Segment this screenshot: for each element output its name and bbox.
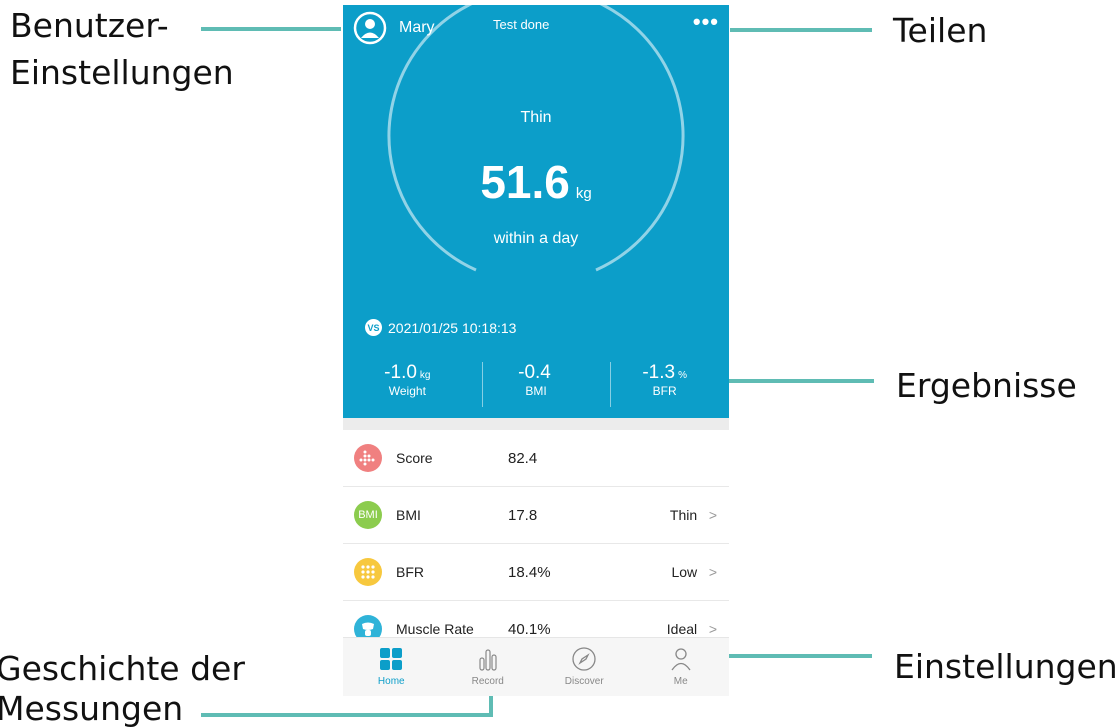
tab-label: Discover (564, 676, 604, 687)
weight-value: 51.6 (480, 156, 570, 208)
home-icon (380, 648, 403, 670)
chevron-right-icon: > (708, 564, 717, 580)
section-divider (343, 418, 729, 430)
comparison-datetime: 2021/01/25 10:18:13 (388, 319, 517, 336)
tab-discover[interactable]: Discover (536, 638, 633, 696)
diff-unit: % (678, 370, 687, 381)
diff-value: -1.0 (384, 362, 417, 383)
diff-value: -1.3 (642, 362, 676, 383)
metric-level: Thin > (670, 507, 717, 523)
bottom-tab-bar: Home Record Discover Me (343, 637, 729, 696)
metric-value: 82.4 (508, 449, 538, 467)
tab-label: Me (673, 676, 688, 687)
more-dots-icon[interactable]: ••• (693, 9, 719, 35)
bmi-icon: BMI (354, 501, 382, 529)
annotation-history-line2: Messungen (0, 689, 184, 728)
vs-icon: VS (365, 319, 382, 336)
chevron-right-icon: > (708, 621, 717, 637)
weight-readout: 51.6 kg (343, 155, 729, 209)
metric-name: BFR (396, 564, 424, 580)
annotation-line-history-vertical (489, 693, 493, 717)
comparison-date[interactable]: VS 2021/01/25 10:18:13 (365, 319, 516, 336)
annotation-line-user-settings (201, 27, 341, 31)
avatar-icon (353, 11, 387, 45)
phone-screen: Mary Test done ••• Thin 51.6 kg within a … (343, 5, 729, 696)
annotation-share: Teilen (893, 11, 988, 50)
annotation-settings: Einstellungen (894, 647, 1118, 686)
metric-level: Low > (671, 564, 717, 580)
metric-level-text: Low (671, 564, 698, 580)
divider (482, 362, 483, 407)
annotation-user-settings-line2: Einstellungen (10, 53, 234, 92)
diff-bfr: -1.3% BFR (600, 362, 729, 398)
annotation-line-results (714, 379, 874, 383)
weight-unit: kg (575, 185, 592, 202)
metrics-list: Score 82.4 BMI BMI 17.8 Thin > BFR 18.4%… (343, 430, 729, 658)
diff-label: BFR (652, 384, 677, 398)
metric-value: 40.1% (508, 620, 551, 638)
metric-name: Score (396, 450, 433, 466)
diff-label: BMI (525, 384, 547, 398)
result-header: Mary Test done ••• Thin 51.6 kg within a … (343, 5, 729, 418)
metric-value: 18.4% (508, 563, 551, 581)
user-switcher[interactable]: Mary (353, 11, 435, 45)
metric-value: 17.8 (508, 506, 538, 524)
metric-level: Ideal > (667, 621, 717, 637)
body-status: Thin (520, 109, 552, 126)
diff-weight: -1.0 kg Weight (343, 362, 472, 398)
annotation-user-settings: Benutzer- Einstellungen (10, 7, 234, 92)
metric-name: BMI (396, 507, 421, 523)
diff-value: -0.4 (518, 362, 551, 383)
tab-me[interactable]: Me (633, 638, 730, 696)
annotation-line-settings (707, 654, 872, 658)
difference-results: -1.0 kg Weight -0.4 BMI -1.3% BFR (343, 362, 729, 398)
annotation-results: Ergebnisse (896, 366, 1077, 405)
metric-row-bfr[interactable]: BFR 18.4% Low > (343, 544, 729, 601)
metric-level-text: Thin (669, 507, 698, 523)
diff-unit: kg (419, 370, 431, 381)
tab-home[interactable]: Home (343, 638, 440, 696)
metric-row-score[interactable]: Score 82.4 (343, 430, 729, 487)
person-icon (671, 648, 691, 671)
tab-label: Record (471, 676, 504, 687)
annotation-user-settings-line1: Benutzer- (10, 6, 169, 45)
metric-level-text: Ideal (666, 621, 698, 637)
chevron-right-icon: > (708, 507, 717, 523)
measurement-status: Test done (493, 17, 550, 32)
user-name: Mary (399, 19, 435, 36)
bfr-icon (354, 558, 382, 586)
tab-record[interactable]: Record (440, 638, 537, 696)
compass-icon (572, 647, 596, 671)
annotation-history-line1: Geschichte der (0, 649, 245, 688)
divider (610, 362, 611, 407)
record-icon (479, 649, 497, 671)
tab-label: Home (377, 676, 405, 687)
score-icon (354, 444, 382, 472)
diff-label: Weight (388, 384, 426, 398)
diff-bmi: -0.4 BMI (472, 362, 601, 398)
measurement-period: within a day (493, 230, 579, 247)
annotation-line-share (730, 28, 872, 32)
annotation-line-history-horizontal (201, 713, 493, 717)
metric-row-bmi[interactable]: BMI BMI 17.8 Thin > (343, 487, 729, 544)
metric-name: Muscle Rate (396, 621, 474, 637)
